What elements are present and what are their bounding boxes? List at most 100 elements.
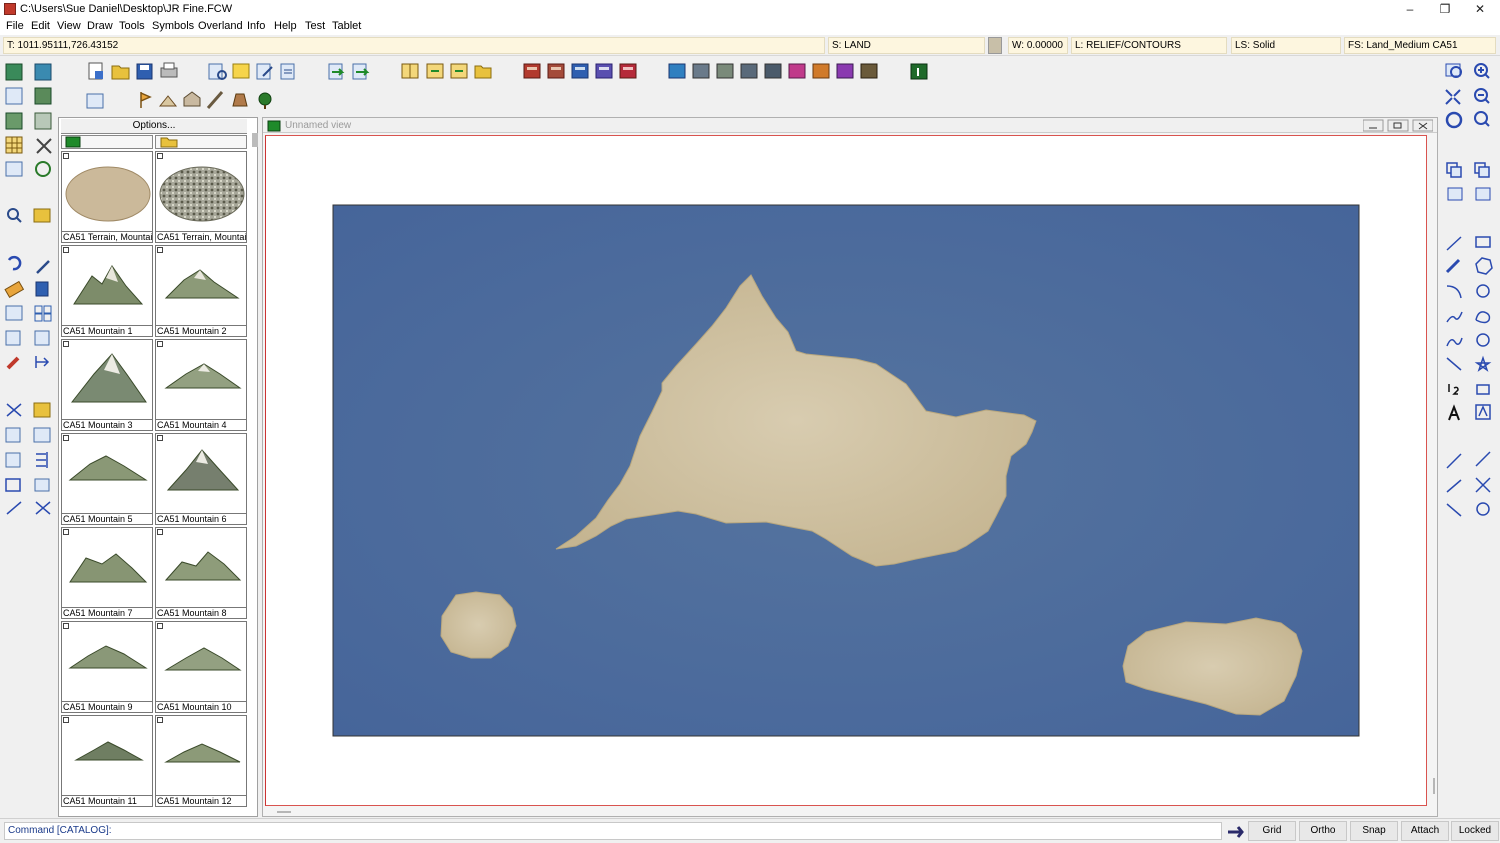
command-input[interactable]: Command [CATALOG]: (4, 822, 1222, 840)
new-file-icon[interactable] (88, 62, 103, 80)
view-close-button[interactable] (1412, 119, 1433, 132)
export-icon[interactable] (352, 63, 370, 80)
rectangle-draw-icon[interactable] (1475, 236, 1491, 248)
menu-overland[interactable]: Overland (198, 20, 243, 32)
layer-icon-6[interactable] (788, 63, 806, 79)
line-tool-icon[interactable] (6, 501, 22, 515)
catalog-item[interactable]: CA51 Mountain 12 (155, 715, 247, 807)
book-next-icon[interactable] (450, 63, 468, 79)
maximize-button[interactable]: ❐ (1427, 0, 1463, 18)
snap-toggle-button[interactable]: Snap (1350, 821, 1398, 841)
region-icon[interactable] (34, 112, 52, 130)
circle-icon[interactable] (1476, 284, 1490, 298)
catalog-item[interactable]: CA51 Mountain 9 (61, 621, 153, 713)
snap-mid-icon[interactable] (1446, 503, 1462, 517)
text-icon[interactable] (1448, 404, 1460, 421)
mirror-icon[interactable] (34, 330, 50, 346)
box-select-icon[interactable] (5, 478, 21, 492)
snap-end-icon[interactable] (1446, 479, 1462, 493)
path-draw-icon[interactable] (1446, 357, 1462, 371)
numbering-icon[interactable] (1448, 384, 1459, 395)
feather-icon[interactable] (206, 91, 224, 109)
tree-stump-icon[interactable] (232, 93, 248, 107)
layer-icon-1[interactable] (668, 63, 686, 79)
menu-symbols[interactable]: Symbols (152, 20, 194, 32)
catalog-item[interactable]: CA51 Mountain 7 (61, 527, 153, 619)
move-icon[interactable] (5, 305, 23, 321)
catalog-item[interactable]: CA51 Mountain 5 (61, 433, 153, 525)
catalog-tab-folder[interactable] (155, 135, 247, 149)
line-draw-icon[interactable] (1446, 236, 1462, 251)
undo-icon[interactable] (7, 255, 22, 271)
color-swatch[interactable] (988, 37, 1002, 54)
smooth-curve-icon[interactable] (1446, 311, 1463, 323)
map-drawing[interactable] (266, 136, 1426, 805)
house-icon[interactable] (183, 91, 201, 107)
edit-doc-icon[interactable] (256, 63, 273, 80)
offset-icon[interactable] (5, 427, 21, 443)
menu-test[interactable]: Test (305, 20, 325, 32)
layer-number-icon[interactable] (910, 63, 928, 80)
zoom-in-icon[interactable] (1474, 63, 1490, 79)
snap-center-icon[interactable] (1476, 502, 1490, 516)
coordinate-icon[interactable] (33, 427, 51, 443)
layer-icon-8[interactable] (836, 63, 854, 79)
catalog-item[interactable]: CA51 Mountain 3 (61, 339, 153, 431)
catalog-item[interactable]: CA51 Terrain, Mountain (61, 151, 153, 243)
ortho-toggle-button[interactable]: Ortho (1299, 821, 1347, 841)
lock-icon[interactable] (1476, 384, 1490, 395)
array-icon[interactable] (34, 305, 52, 322)
path-icon[interactable] (5, 112, 23, 130)
map-icon[interactable] (5, 63, 23, 81)
text-edit-icon[interactable] (33, 402, 51, 418)
bezier-polygon-icon[interactable] (1476, 333, 1490, 347)
fill-icon[interactable] (35, 281, 49, 297)
sheet-icon-3[interactable] (571, 63, 589, 79)
grid-toggle-button[interactable]: Grid (1248, 821, 1296, 841)
properties-doc-icon[interactable] (280, 63, 295, 80)
layer-icon-4[interactable] (740, 63, 758, 79)
menu-view[interactable]: View (57, 20, 81, 32)
locked-toggle-button[interactable]: Locked (1451, 821, 1499, 841)
sheet-field[interactable]: S: LAND (828, 37, 985, 54)
ungroup-icon[interactable] (1475, 187, 1491, 201)
layout-icon[interactable] (86, 93, 104, 109)
land-tool-icon[interactable] (34, 87, 52, 105)
minimize-button[interactable]: – (1392, 0, 1428, 18)
copy-icon[interactable] (1446, 162, 1462, 178)
menu-tools[interactable]: Tools (119, 20, 145, 32)
book-icon[interactable] (401, 63, 419, 79)
eraser-icon[interactable] (4, 280, 25, 299)
zoom-previous-icon[interactable] (1474, 111, 1490, 127)
grid-tool-icon[interactable] (5, 136, 23, 154)
close-button[interactable]: ✕ (1462, 0, 1498, 18)
menu-tablet[interactable]: Tablet (332, 20, 361, 32)
catalog-item[interactable]: CA51 Mountain 11 (61, 715, 153, 807)
eyedropper-icon[interactable] (36, 260, 50, 274)
catalog-item[interactable]: CA51 Mountain 6 (155, 433, 247, 525)
vertical-scroll-handle[interactable] (1431, 778, 1439, 798)
find-icon[interactable] (7, 208, 22, 223)
scale-icon[interactable] (35, 356, 50, 368)
drawing-canvas[interactable] (265, 135, 1427, 806)
catalog-item[interactable]: CA51 Mountain 4 (155, 339, 247, 431)
menu-draw[interactable]: Draw (87, 20, 113, 32)
contour-icon[interactable] (5, 87, 23, 105)
view-minimize-button[interactable] (1363, 119, 1384, 132)
menu-help[interactable]: Help (274, 20, 297, 32)
import-icon[interactable] (328, 63, 345, 80)
intersect-icon[interactable] (35, 501, 51, 515)
star-icon[interactable] (1474, 355, 1492, 372)
line-style-field[interactable]: LS: Solid (1231, 37, 1341, 54)
layer-icon-5[interactable] (764, 63, 782, 79)
fill-style-field[interactable]: FS: Land_Medium CA51 (1344, 37, 1496, 54)
layer-icon-9[interactable] (860, 63, 878, 79)
align-icon[interactable] (36, 452, 48, 468)
group-icon[interactable] (1447, 187, 1463, 201)
refresh-icon[interactable] (35, 161, 51, 177)
layer-icon-2[interactable] (692, 63, 710, 79)
polygon-icon[interactable] (1475, 257, 1493, 275)
sheet-icon-2[interactable] (547, 63, 565, 79)
menu-info[interactable]: Info (247, 20, 265, 32)
note-icon[interactable] (232, 63, 250, 79)
